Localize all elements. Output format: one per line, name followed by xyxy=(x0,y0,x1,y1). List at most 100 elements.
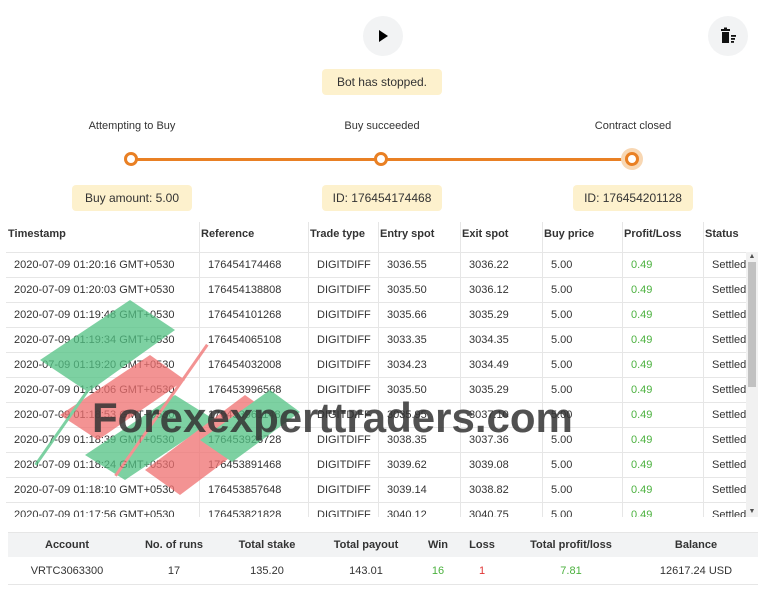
table-cell: 0.49 xyxy=(622,503,703,517)
col-timestamp[interactable]: Timestamp xyxy=(8,228,66,240)
table-cell: 5.00 xyxy=(542,353,622,378)
step-node-2 xyxy=(374,152,388,166)
summary-header-stake: Total stake xyxy=(238,539,296,551)
summary-header: Account No. of runs Total stake Total pa… xyxy=(8,533,758,557)
table-cell: 176454032008 xyxy=(199,353,308,378)
summary-header-balance: Balance xyxy=(674,539,718,551)
table-cell: 0.49 xyxy=(622,453,703,478)
col-trade-type[interactable]: Trade type xyxy=(310,228,365,240)
table-cell: 3037.36 xyxy=(460,428,542,453)
table-cell: 176453857648 xyxy=(199,478,308,503)
table-cell: 3040.12 xyxy=(378,503,460,517)
table-cell: DIGITDIFF xyxy=(308,453,378,478)
transactions-table: Timestamp Reference Trade type Entry spo… xyxy=(6,222,758,517)
table-row[interactable]: 2020-07-09 01:20:16 GMT+0530 176454174468… xyxy=(6,253,746,278)
table-row[interactable]: 2020-07-09 01:19:48 GMT+0530 176454101268… xyxy=(6,303,746,328)
table-cell: 3038.82 xyxy=(460,478,542,503)
table-cell: 0.49 xyxy=(622,303,703,328)
table-cell: 3033.35 xyxy=(378,328,460,353)
col-buy-price[interactable]: Buy price xyxy=(544,228,594,240)
bot-status-badge: Bot has stopped. xyxy=(322,69,442,95)
summary-profit: 7.81 xyxy=(560,565,582,577)
buy-amount-badge: Buy amount: 5.00 xyxy=(72,185,192,211)
table-cell: DIGITDIFF xyxy=(308,403,378,428)
summary-header-payout: Total payout xyxy=(333,539,399,551)
table-cell: 176453961148 xyxy=(199,403,308,428)
table-cell: 0.49 xyxy=(622,403,703,428)
summary-header-runs: No. of runs xyxy=(144,539,204,551)
table-cell: Settled xyxy=(703,303,746,328)
table-cell: DIGITDIFF xyxy=(308,328,378,353)
table-cell: 3034.49 xyxy=(460,353,542,378)
table-row[interactable]: 2020-07-09 01:19:06 GMT+0530 176453996568… xyxy=(6,378,746,403)
table-cell: Settled xyxy=(703,428,746,453)
table-cell: Settled xyxy=(703,478,746,503)
table-row[interactable]: 2020-07-09 01:18:10 GMT+0530 176453857648… xyxy=(6,478,746,503)
table-cell: 2020-07-09 01:18:10 GMT+0530 xyxy=(14,484,175,496)
table-cell: Settled xyxy=(703,278,746,303)
table-cell: Settled xyxy=(703,253,746,278)
col-entry-spot[interactable]: Entry spot xyxy=(380,228,434,240)
table-cell: 3034.35 xyxy=(460,328,542,353)
table-cell: 5.00 xyxy=(542,328,622,353)
summary-panel: Account No. of runs Total stake Total pa… xyxy=(8,532,758,585)
table-cell: 5.00 xyxy=(542,403,622,428)
table-cell: 176453891468 xyxy=(199,453,308,478)
table-cell: 5.00 xyxy=(542,503,622,517)
scroll-up-icon[interactable]: ▲ xyxy=(746,252,758,262)
table-row[interactable]: 2020-07-09 01:18:24 GMT+0530 176453891468… xyxy=(6,453,746,478)
step-label-attempting: Attempting to Buy xyxy=(88,120,176,132)
table-cell: 2020-07-09 01:18:24 GMT+0530 xyxy=(14,459,175,471)
table-cell: 176454138808 xyxy=(199,278,308,303)
table-cell: Settled xyxy=(703,403,746,428)
col-profit-loss[interactable]: Profit/Loss xyxy=(624,228,681,240)
summary-stake: 135.20 xyxy=(250,565,284,577)
table-cell: 3036.55 xyxy=(378,253,460,278)
table-cell: Settled xyxy=(703,353,746,378)
run-bot-button[interactable] xyxy=(363,16,403,56)
table-row[interactable]: 2020-07-09 01:19:34 GMT+0530 176454065108… xyxy=(6,328,746,353)
clear-stats-button[interactable] xyxy=(708,16,748,56)
table-cell: 3035.66 xyxy=(378,303,460,328)
scroll-down-icon[interactable]: ▼ xyxy=(746,507,758,517)
table-row[interactable]: 2020-07-09 01:18:53 GMT+0530 176453961148… xyxy=(6,403,746,428)
scroll-thumb[interactable] xyxy=(748,262,756,387)
table-cell: 3039.08 xyxy=(460,453,542,478)
summary-header-win: Win xyxy=(427,539,449,551)
table-cell: 5.00 xyxy=(542,428,622,453)
col-status[interactable]: Status xyxy=(705,228,739,240)
table-row[interactable]: 2020-07-09 01:18:39 GMT+0530 176453926728… xyxy=(6,428,746,453)
table-cell: 176454174468 xyxy=(199,253,308,278)
table-cell: 3035.29 xyxy=(460,378,542,403)
table-row[interactable]: 2020-07-09 01:20:03 GMT+0530 176454138808… xyxy=(6,278,746,303)
table-cell: Settled xyxy=(703,503,746,517)
table-cell: 3035.95 xyxy=(378,403,460,428)
summary-win: 16 xyxy=(431,565,445,577)
table-cell: 2020-07-09 01:19:34 GMT+0530 xyxy=(14,334,175,346)
table-cell: 2020-07-09 01:17:56 GMT+0530 xyxy=(14,509,175,517)
table-row[interactable]: 2020-07-09 01:19:20 GMT+0530 176454032008… xyxy=(6,353,746,378)
table-row[interactable]: 2020-07-09 01:17:56 GMT+0530 176453821828… xyxy=(6,503,746,517)
table-cell: 2020-07-09 01:20:03 GMT+0530 xyxy=(14,284,175,296)
table-cell: 3037.10 xyxy=(460,403,542,428)
table-cell: 5.00 xyxy=(542,253,622,278)
summary-header-account: Account xyxy=(45,539,89,551)
table-cell: 176453926728 xyxy=(199,428,308,453)
table-cell: 0.49 xyxy=(622,328,703,353)
table-scrollbar[interactable]: ▲ ▼ xyxy=(746,252,758,517)
table-cell: 2020-07-09 01:19:06 GMT+0530 xyxy=(14,384,175,396)
step-node-1 xyxy=(124,152,138,166)
table-cell: 2020-07-09 01:20:16 GMT+0530 xyxy=(14,259,175,271)
table-cell: 3039.62 xyxy=(378,453,460,478)
col-reference[interactable]: Reference xyxy=(201,228,254,240)
table-cell: 0.49 xyxy=(622,478,703,503)
step-label-contract-closed: Contract closed xyxy=(594,120,672,132)
summary-account: VRTC3063300 xyxy=(30,565,104,577)
summary-values: VRTC3063300 17 135.20 143.01 16 1 7.81 1… xyxy=(8,557,758,585)
summary-payout: 143.01 xyxy=(349,565,383,577)
table-cell: 5.00 xyxy=(542,303,622,328)
table-body[interactable]: 2020-07-09 01:20:16 GMT+0530 176454174468… xyxy=(6,252,746,517)
step-node-3 xyxy=(625,152,639,166)
table-cell: 3035.29 xyxy=(460,303,542,328)
col-exit-spot[interactable]: Exit spot xyxy=(462,228,508,240)
